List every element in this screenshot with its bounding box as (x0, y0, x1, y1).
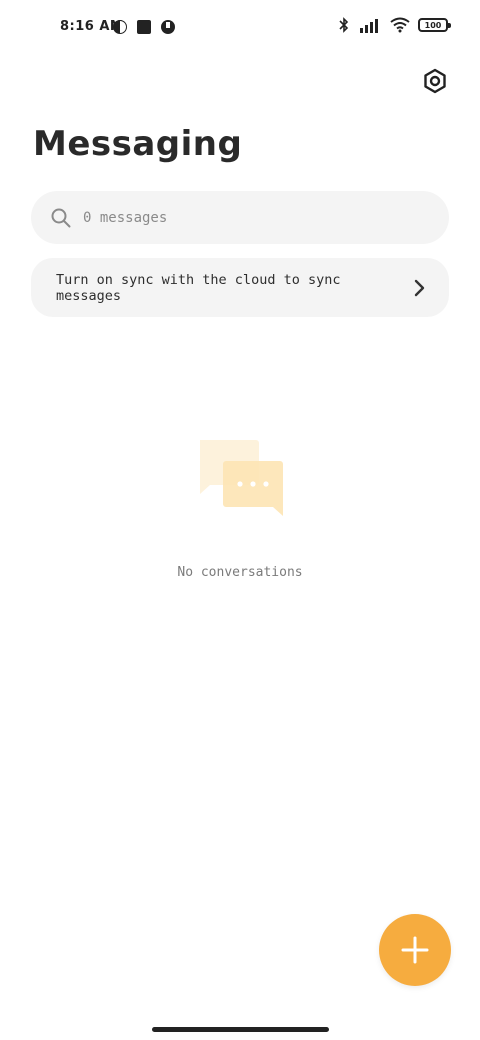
settings-button[interactable] (420, 66, 450, 96)
stop-icon (137, 20, 151, 34)
battery-icon: 100 (418, 18, 451, 32)
conversations-illustration-icon (200, 440, 283, 516)
search-input[interactable] (83, 209, 403, 226)
search-bar[interactable] (31, 191, 449, 244)
signal-icon (360, 19, 378, 33)
messaging-screen: 8:16 AM 100 Messaging 0 messages Turn on… (0, 0, 480, 1040)
status-system-icons: 100 (336, 17, 451, 33)
sync-banner-text: Turn on sync with the cloud to sync mess… (56, 271, 341, 304)
home-indicator[interactable] (152, 1027, 329, 1032)
bluetooth-icon (339, 17, 349, 33)
wifi-icon (390, 17, 410, 33)
notification-icon (113, 20, 127, 34)
status-bar: 8:16 AM 100 (0, 0, 480, 56)
new-conversation-button[interactable] (379, 914, 451, 986)
plus-icon (401, 936, 429, 964)
battery-level: 100 (424, 20, 442, 30)
notification-icon (161, 20, 175, 34)
settings-icon (424, 68, 446, 94)
status-notification-icons (112, 19, 176, 35)
search-icon (51, 208, 71, 227)
page-title: Messaging (33, 124, 243, 164)
chevron-right-icon (414, 279, 425, 296)
sync-banner[interactable]: Turn on sync with the cloud to sync mess… (31, 258, 449, 317)
empty-state-text: No conversations (177, 565, 303, 580)
